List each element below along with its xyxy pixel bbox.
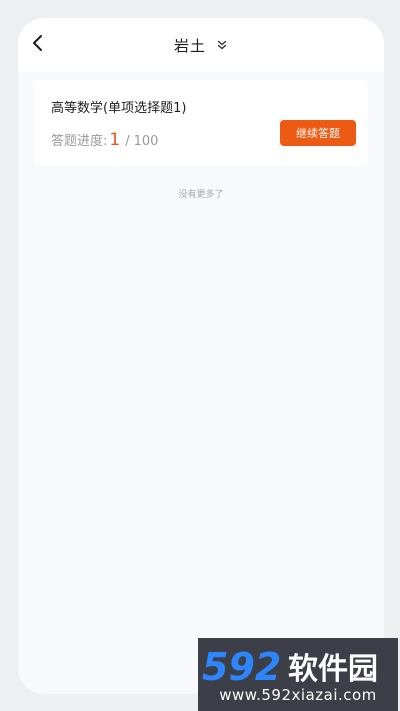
back-button[interactable] <box>26 33 50 57</box>
svg-text:592: 592 <box>202 645 281 686</box>
continue-answering-button[interactable]: 继续答题 <box>280 120 356 146</box>
progress-separator: / <box>125 134 130 149</box>
site-watermark: 592 软件园 www.592xiazai.com <box>198 638 398 711</box>
progress-total-count: 100 <box>133 134 159 149</box>
app-screen: 岩土 高等数学(单项选择题1) 答题进度: 1 / 100 继续答题 没有更多了 <box>18 18 384 694</box>
top-nav-bar: 岩土 <box>18 18 384 72</box>
progress-label: 答题进度: <box>51 134 108 149</box>
progress-row: 答题进度: 1 / 100 <box>51 130 158 150</box>
progress-current-count: 1 <box>109 130 121 150</box>
page-title: 岩土 <box>173 36 206 55</box>
exercise-card[interactable]: 高等数学(单项选择题1) 答题进度: 1 / 100 继续答题 <box>34 80 368 166</box>
chevron-left-icon <box>31 34 45 56</box>
svg-text:软件园: 软件园 <box>288 652 378 686</box>
list-end-text: 没有更多了 <box>178 190 224 200</box>
watermark-url: www.592xiazai.com <box>219 686 377 704</box>
watermark-logo: 592 软件园 <box>202 645 378 686</box>
double-chevron-down-icon <box>216 39 228 51</box>
category-selector[interactable]: 岩土 <box>18 18 384 72</box>
exercise-title: 高等数学(单项选择题1) <box>51 101 187 116</box>
